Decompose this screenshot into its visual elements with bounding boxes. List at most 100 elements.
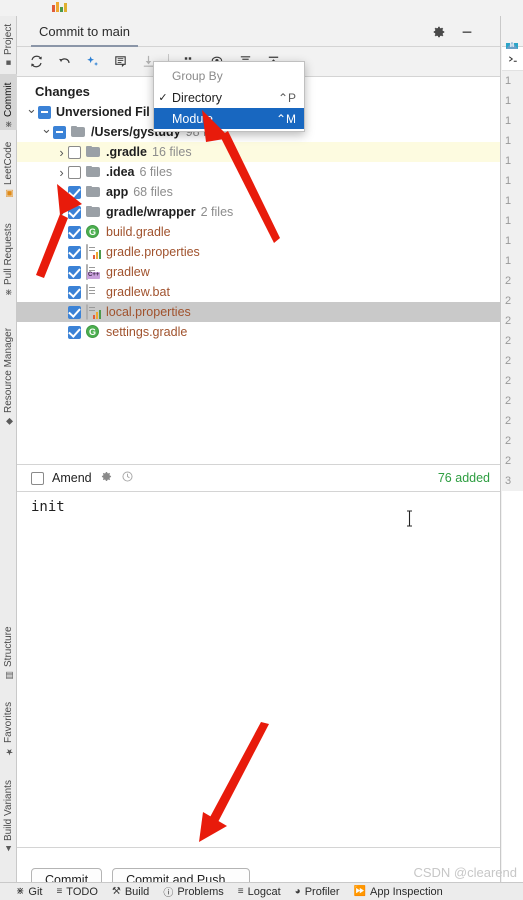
table-row[interactable]: .idea 6 files bbox=[17, 162, 500, 182]
chevron-down-icon[interactable] bbox=[25, 104, 38, 120]
row-count: 16 files bbox=[152, 145, 192, 159]
rollback-icon[interactable] bbox=[51, 50, 77, 74]
sidebar-item-build-variants[interactable]: ▲ Build Variants bbox=[0, 764, 17, 856]
row-checkbox[interactable] bbox=[53, 125, 66, 139]
commit-message-input[interactable]: init bbox=[17, 492, 500, 515]
status-item-label: App Inspection bbox=[370, 885, 443, 898]
status-item-todo[interactable]: ≡ TODO bbox=[56, 886, 97, 898]
amend-label: Amend bbox=[52, 471, 92, 485]
chevron-right-icon[interactable] bbox=[55, 205, 68, 220]
edit-commit-message-icon[interactable] bbox=[107, 50, 133, 74]
table-row[interactable]: gradlew.bat bbox=[17, 282, 500, 302]
chevron-right-icon[interactable] bbox=[55, 145, 68, 160]
status-item-app-inspection[interactable]: ⏩ App Inspection bbox=[354, 886, 443, 898]
commit-message-area[interactable]: init bbox=[17, 492, 500, 848]
minimize-icon[interactable] bbox=[458, 23, 476, 41]
row-label: settings.gradle bbox=[106, 325, 188, 339]
table-row[interactable]: gradle.properties bbox=[17, 242, 500, 262]
sidebar-item-commit[interactable]: ⋇ Commit bbox=[0, 74, 17, 130]
table-row[interactable]: G settings.gradle bbox=[17, 322, 500, 342]
row-checkbox[interactable] bbox=[68, 325, 81, 339]
chevron-right-icon[interactable] bbox=[55, 185, 68, 200]
xml-file-icon: M bbox=[506, 24, 519, 49]
line-number: 1 bbox=[505, 135, 512, 147]
row-checkbox[interactable] bbox=[68, 225, 81, 239]
row-checkbox[interactable] bbox=[68, 305, 81, 319]
git-branch-icon: ⋇ bbox=[16, 886, 25, 897]
problems-icon: ⓘ bbox=[163, 888, 174, 899]
group-by-menu[interactable]: Group By ✓ Directory ⌃P Module ⌃M bbox=[153, 61, 305, 132]
status-item-build[interactable]: ⚒ Build bbox=[112, 886, 149, 898]
line-number: 1 bbox=[505, 235, 512, 247]
table-row[interactable]: local.properties bbox=[17, 302, 500, 322]
line-number: 2 bbox=[505, 315, 512, 327]
tab-commit-to-main[interactable]: Commit to main bbox=[31, 16, 139, 47]
table-row[interactable]: .gradle 16 files bbox=[17, 142, 500, 162]
sidebar-item-pull-requests[interactable]: ⋇ Pull Requests bbox=[0, 206, 17, 298]
line-number: 2 bbox=[505, 395, 512, 407]
line-number: 2 bbox=[505, 295, 512, 307]
status-bar: ⋇ Git ≡ TODO ⚒ Build ⓘ Problems ≡ Logcat… bbox=[0, 882, 523, 900]
editor-file-tab[interactable]: M bbox=[502, 16, 523, 49]
menu-item-shortcut: ⌃M bbox=[275, 111, 296, 126]
commit-history-clock-icon[interactable] bbox=[121, 470, 134, 486]
chevron-down-icon[interactable] bbox=[40, 124, 53, 140]
row-checkbox[interactable] bbox=[38, 105, 51, 119]
row-count: 6 files bbox=[139, 165, 173, 179]
amend-checkbox[interactable] bbox=[31, 471, 44, 485]
status-item-label: Git bbox=[28, 885, 43, 898]
line-number: 1 bbox=[505, 175, 512, 187]
amend-row: Amend 76 added bbox=[17, 465, 500, 492]
line-number: 1 bbox=[505, 95, 512, 107]
properties-file-icon bbox=[86, 244, 101, 260]
row-count: 2 files bbox=[200, 205, 234, 219]
check-icon: ✓ bbox=[158, 92, 168, 104]
line-number: 2 bbox=[505, 355, 512, 367]
row-checkbox[interactable] bbox=[68, 245, 81, 259]
table-row[interactable]: C++ gradlew bbox=[17, 262, 500, 282]
table-row[interactable]: gradle/wrapper 2 files bbox=[17, 202, 500, 222]
folder-icon bbox=[86, 206, 101, 218]
row-label: gradlew bbox=[106, 265, 150, 279]
row-checkbox[interactable] bbox=[68, 165, 81, 179]
row-checkbox[interactable] bbox=[68, 185, 81, 199]
menu-item-directory[interactable]: ✓ Directory ⌃P bbox=[154, 87, 304, 108]
gradle-file-icon: G bbox=[86, 325, 101, 339]
leetcode-icon: ▣ bbox=[3, 188, 14, 198]
sidebar-item-label: Commit bbox=[3, 83, 14, 118]
text-cursor bbox=[406, 510, 413, 527]
commit-options-gear-icon[interactable] bbox=[100, 470, 113, 486]
status-item-logcat[interactable]: ≡ Logcat bbox=[238, 886, 281, 898]
status-item-label: Profiler bbox=[304, 885, 340, 898]
chevron-right-icon[interactable] bbox=[55, 165, 68, 180]
structure-icon: ▤ bbox=[3, 670, 14, 680]
gear-icon[interactable] bbox=[430, 23, 448, 41]
show-diff-icon[interactable] bbox=[79, 50, 105, 74]
status-item-git[interactable]: ⋇ Git bbox=[16, 886, 42, 898]
menu-item-module[interactable]: Module ⌃M bbox=[154, 108, 304, 129]
sidebar-item-favorites[interactable]: ★ Favorites bbox=[0, 688, 17, 758]
status-item-label: TODO bbox=[66, 885, 98, 898]
status-item-profiler[interactable]: ◕ Profiler bbox=[295, 886, 340, 898]
folder-icon bbox=[86, 166, 101, 178]
refresh-changes-icon[interactable] bbox=[23, 50, 49, 74]
row-checkbox[interactable] bbox=[68, 265, 81, 279]
sidebar-item-leetcode[interactable]: ▣ LeetCode bbox=[0, 136, 17, 200]
gradle-file-icon: G bbox=[86, 225, 101, 239]
sidebar-item-label: Favorites bbox=[3, 701, 14, 743]
row-checkbox[interactable] bbox=[68, 205, 81, 219]
menu-item-label: Directory bbox=[172, 90, 223, 105]
line-number: 2 bbox=[505, 415, 512, 427]
row-checkbox[interactable] bbox=[68, 285, 81, 299]
status-item-problems[interactable]: ⓘ Problems bbox=[163, 884, 223, 900]
sidebar-item-structure[interactable]: ▤ Structure bbox=[0, 616, 17, 682]
sidebar-item-resource-manager[interactable]: ◆ Resource Manager bbox=[0, 306, 17, 428]
properties-file-icon bbox=[86, 304, 101, 320]
sidebar-item-project[interactable]: ■ Project bbox=[0, 18, 17, 70]
changes-tree[interactable]: Changes Unversioned Fil /Users/gy study … bbox=[17, 77, 500, 465]
row-label: local.properties bbox=[106, 305, 191, 319]
line-number: 2 bbox=[505, 335, 512, 347]
row-checkbox[interactable] bbox=[68, 145, 81, 159]
table-row[interactable]: app 68 files bbox=[17, 182, 500, 202]
table-row[interactable]: G build.gradle bbox=[17, 222, 500, 242]
